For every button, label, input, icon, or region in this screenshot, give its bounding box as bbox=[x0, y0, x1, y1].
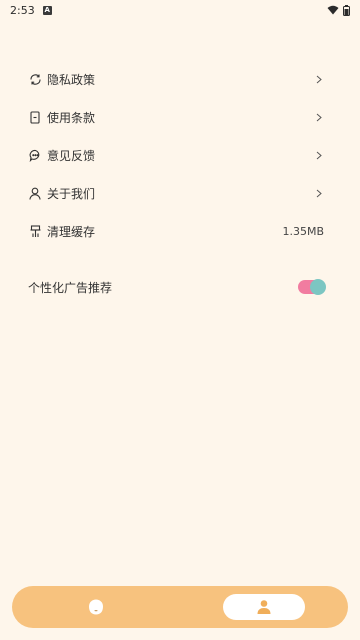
menu-item-feedback[interactable]: 意见反馈 bbox=[28, 136, 324, 174]
wifi-icon bbox=[327, 5, 339, 15]
tab-home[interactable] bbox=[12, 586, 180, 628]
notification-icon: A bbox=[42, 5, 52, 15]
status-icons bbox=[327, 4, 350, 16]
tab-mine[interactable] bbox=[180, 586, 348, 628]
personalized-ads-label: 个性化广告推荐 bbox=[28, 280, 113, 295]
chevron-right-icon bbox=[314, 112, 324, 122]
menu-item-privacy-policy[interactable]: 隐私政策 bbox=[28, 60, 324, 98]
battery-icon bbox=[343, 4, 350, 16]
chevron-right-icon bbox=[314, 188, 324, 198]
menu-item-label: 意见反馈 bbox=[47, 148, 96, 163]
chevron-right-icon bbox=[314, 74, 324, 84]
cache-size-value: 1.35MB bbox=[282, 224, 324, 238]
home-blob-icon bbox=[89, 599, 103, 615]
menu-item-label: 使用条款 bbox=[47, 110, 96, 125]
status-bar: 2:53 A bbox=[0, 0, 360, 20]
broom-icon bbox=[28, 224, 42, 238]
document-icon bbox=[28, 110, 42, 124]
personalized-ads-toggle[interactable] bbox=[298, 279, 326, 295]
settings-menu: 隐私政策 使用条款 意见反馈 关于我们 清理缓存 1.35MB bbox=[28, 60, 324, 250]
menu-item-clear-cache[interactable]: 清理缓存 1.35MB bbox=[28, 212, 324, 250]
person-filled-icon bbox=[257, 600, 271, 614]
bottom-nav bbox=[12, 586, 348, 628]
menu-item-label: 关于我们 bbox=[47, 186, 96, 201]
menu-item-about-us[interactable]: 关于我们 bbox=[28, 174, 324, 212]
personalized-ads-row: 个性化广告推荐 bbox=[28, 276, 326, 298]
menu-item-terms-of-use[interactable]: 使用条款 bbox=[28, 98, 324, 136]
status-time: 2:53 bbox=[10, 3, 35, 17]
chevron-right-icon bbox=[314, 150, 324, 160]
chat-icon bbox=[28, 148, 42, 162]
menu-item-label: 隐私政策 bbox=[47, 72, 96, 87]
toggle-knob bbox=[310, 279, 326, 295]
settings-screen: 2:53 A 隐私政策 使用条款 意见反馈 关于我们 清理缓存 1.35MB 个… bbox=[0, 0, 360, 640]
person-icon bbox=[28, 186, 42, 200]
sync-icon bbox=[28, 72, 42, 86]
menu-item-label: 清理缓存 bbox=[47, 224, 96, 239]
active-tab-pill bbox=[223, 594, 305, 620]
